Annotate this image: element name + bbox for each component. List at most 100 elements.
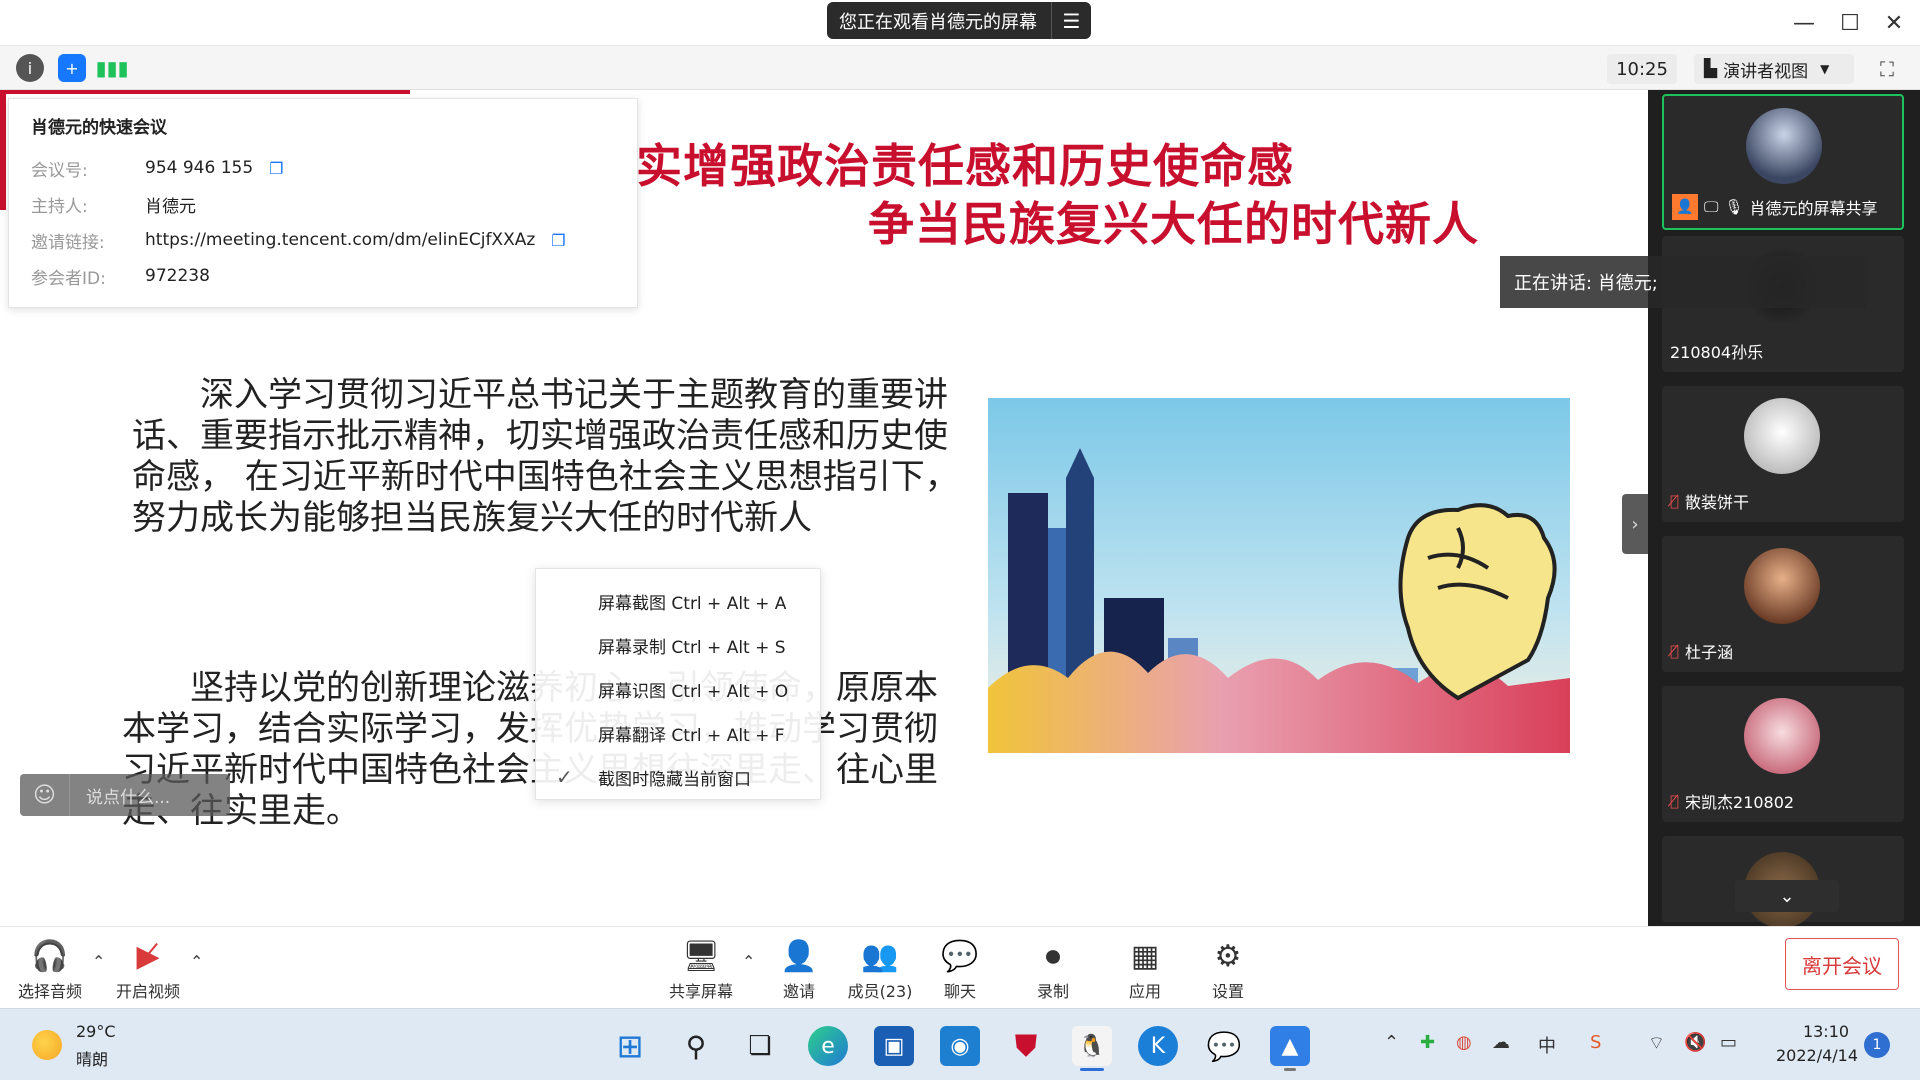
participant-tile[interactable]: 👤 🖵 🎙 肖德元的屏幕共享 bbox=[1662, 94, 1904, 230]
menu-item-screen-ocr[interactable]: 屏幕识图 Ctrl + Alt + O bbox=[536, 667, 820, 711]
notification-badge[interactable]: 1 bbox=[1864, 1032, 1890, 1058]
host-value: 肖德元 bbox=[145, 196, 196, 217]
info-row-invite-link: 邀请链接: https://meeting.tencent.com/dm/eli… bbox=[31, 222, 615, 258]
chat-input-box[interactable]: ☺ 说点什么... bbox=[20, 774, 230, 816]
participant-name: 肖德元的屏幕共享 bbox=[1749, 199, 1878, 218]
leave-meeting-button[interactable]: 离开会议 bbox=[1785, 938, 1899, 990]
ime-indicator[interactable]: 中 bbox=[1538, 1032, 1556, 1058]
participant-name-row: 👤 🖵 🎙 肖德元的屏幕共享 bbox=[1672, 194, 1878, 220]
slide-decor-line bbox=[0, 90, 410, 94]
tray-app-icon[interactable]: ✚ bbox=[1420, 1032, 1435, 1053]
info-row-host: 主持人: 肖德元 bbox=[31, 186, 615, 222]
participant-name: 宋凯杰210802 bbox=[1685, 793, 1795, 812]
participant-name-row: 🎙̸ 散装饼干 bbox=[1670, 488, 1749, 514]
slide-title-line1: 实增强政治责任感和历史使命感 bbox=[636, 139, 1294, 193]
speaker-muted-icon[interactable]: 🔇 bbox=[1684, 1032, 1706, 1053]
participant-name: 210804孙乐 bbox=[1670, 343, 1764, 362]
mic-off-icon: 🎙̸ bbox=[1670, 642, 1680, 660]
fullscreen-icon[interactable]: ⛶ bbox=[1872, 54, 1902, 84]
copy-icon[interactable]: ❐ bbox=[551, 231, 565, 250]
menu-item-hide-window[interactable]: ✓ 截图时隐藏当前窗口 bbox=[536, 755, 820, 799]
headset-icon: 🎧 bbox=[31, 938, 69, 974]
info-icon[interactable]: i bbox=[16, 54, 44, 82]
weather-description[interactable]: 晴朗 bbox=[76, 1046, 108, 1070]
info-key: 参会者ID: bbox=[31, 268, 106, 289]
system-time[interactable]: 13:10 bbox=[1786, 1022, 1866, 1041]
wechat-icon[interactable]: 💬 bbox=[1204, 1026, 1244, 1066]
menu-item-screenshot[interactable]: 屏幕截图 Ctrl + Alt + A bbox=[536, 579, 820, 623]
mic-icon: 🎙 bbox=[1724, 198, 1744, 216]
participant-name-row: 🎙̸ 杜子涵 bbox=[1670, 638, 1733, 664]
emoji-icon[interactable]: ☺ bbox=[20, 774, 70, 816]
participant-name: 散装饼干 bbox=[1685, 493, 1750, 512]
edge-browser-icon[interactable]: e bbox=[808, 1026, 848, 1066]
sun-icon[interactable] bbox=[32, 1030, 62, 1060]
minimize-icon[interactable]: — bbox=[1784, 8, 1824, 38]
menu-icon[interactable]: ☰ bbox=[1051, 2, 1091, 39]
viewing-screen-banner[interactable]: 您正在观看肖德元的屏幕 ☰ bbox=[827, 2, 1091, 39]
dell-icon[interactable]: ◉ bbox=[940, 1026, 980, 1066]
chevron-down-icon[interactable]: ⌄ bbox=[1735, 880, 1839, 912]
tencent-meeting-icon[interactable]: ▲ bbox=[1270, 1026, 1310, 1066]
sogou-icon[interactable]: S bbox=[1590, 1032, 1601, 1053]
signal-bars-icon[interactable]: ▮▮▮ bbox=[95, 54, 128, 82]
windows-start-icon[interactable]: ⊞ bbox=[610, 1026, 650, 1066]
copy-icon[interactable]: ❐ bbox=[269, 159, 283, 178]
participant-tile[interactable]: 🎙̸ 宋凯杰210802 bbox=[1662, 686, 1904, 822]
meeting-info-card: 肖德元的快速会议 会议号: 954 946 155 ❐ 主持人: 肖德元 邀请链… bbox=[8, 98, 638, 308]
task-view-icon[interactable]: ❏ bbox=[740, 1026, 780, 1066]
qq-icon[interactable]: 🐧 bbox=[1072, 1026, 1112, 1066]
speaker-view-dropdown[interactable]: ▙ 演讲者视图 ▼ bbox=[1694, 54, 1854, 84]
menu-item-screen-record[interactable]: 屏幕录制 Ctrl + Alt + S bbox=[536, 623, 820, 667]
record-icon: ⏺ bbox=[1045, 938, 1061, 974]
record-button[interactable]: ⏺ 录制 bbox=[1008, 932, 1098, 1002]
participant-name-row: 210804孙乐 bbox=[1670, 338, 1763, 364]
chevron-up-icon[interactable]: ⌃ bbox=[1384, 1032, 1399, 1053]
menu-item-label: 截图时隐藏当前窗口 bbox=[598, 769, 751, 790]
avatar bbox=[1744, 698, 1820, 774]
share-screen-button[interactable]: 🖥 共享屏幕 bbox=[656, 932, 746, 1002]
mcafee-icon[interactable]: ⛊ bbox=[1006, 1026, 1046, 1066]
invite-label: 邀请 bbox=[782, 982, 815, 1001]
apps-button[interactable]: ▦ 应用 bbox=[1100, 932, 1190, 1002]
video-button[interactable]: ▶̸ 开启视频 bbox=[103, 932, 193, 1002]
slide-title-line2: 争当民族复兴大任的时代新人 bbox=[868, 197, 1479, 251]
record-label: 录制 bbox=[1036, 982, 1069, 1001]
wifi-icon[interactable]: ⌔ bbox=[1648, 1032, 1665, 1055]
checkmark-icon: ✓ bbox=[556, 765, 573, 789]
maximize-icon[interactable]: ☐ bbox=[1830, 8, 1870, 38]
audio-label: 选择音频 bbox=[17, 982, 82, 1001]
shield-icon[interactable]: + bbox=[58, 54, 86, 82]
layout-icon: ▙ bbox=[1704, 59, 1718, 79]
participant-tile[interactable]: 🎙̸ 散装饼干 bbox=[1662, 386, 1904, 522]
system-date[interactable]: 2022/4/14 bbox=[1768, 1046, 1866, 1065]
screen-share-icon: 🖵 bbox=[1704, 198, 1719, 216]
chevron-down-icon: ▼ bbox=[1820, 62, 1830, 76]
audio-button[interactable]: 🎧 选择音频 bbox=[5, 932, 95, 1002]
chrome-icon[interactable]: ◍ bbox=[1456, 1032, 1472, 1053]
screenshot-context-menu: 屏幕截图 Ctrl + Alt + A 屏幕录制 Ctrl + Alt + S … bbox=[535, 568, 821, 800]
settings-button[interactable]: ⚙ 设置 bbox=[1183, 932, 1273, 1002]
info-key: 会议号: bbox=[31, 160, 88, 181]
store-icon[interactable]: ▣ bbox=[874, 1026, 914, 1066]
battery-icon[interactable]: ▭ bbox=[1720, 1032, 1737, 1053]
chevron-right-icon[interactable]: › bbox=[1622, 494, 1648, 554]
close-icon[interactable]: ✕ bbox=[1874, 8, 1914, 38]
search-icon[interactable]: ⚲ bbox=[676, 1026, 716, 1066]
slide-paragraph-1: 深入学习贯彻习近平总书记关于主题教育的重要讲话、重要指示批示精神，切实增强政治责… bbox=[132, 375, 959, 538]
invite-button[interactable]: 👤 邀请 bbox=[754, 932, 844, 1002]
invite-link-value[interactable]: https://meeting.tencent.com/dm/elinECjfX… bbox=[145, 230, 535, 250]
menu-item-screen-translate[interactable]: 屏幕翻译 Ctrl + Alt + F bbox=[536, 711, 820, 755]
chat-button[interactable]: 💬 聊天 bbox=[915, 932, 1005, 1002]
members-label: 成员(23) bbox=[847, 982, 913, 1001]
members-button[interactable]: 👥 成员(23) bbox=[835, 932, 925, 1002]
info-key: 主持人: bbox=[31, 196, 88, 217]
participant-tile[interactable]: 🎙̸ 杜子涵 bbox=[1662, 536, 1904, 672]
weather-temperature[interactable]: 29°C bbox=[76, 1022, 116, 1041]
apps-icon: ▦ bbox=[1130, 938, 1160, 974]
video-label: 开启视频 bbox=[115, 982, 180, 1001]
info-key: 邀请链接: bbox=[31, 232, 105, 253]
chevron-up-icon[interactable]: ⌃ bbox=[190, 952, 203, 971]
kugou-icon[interactable]: K bbox=[1138, 1026, 1178, 1066]
cloud-icon[interactable]: ☁ bbox=[1492, 1032, 1510, 1053]
